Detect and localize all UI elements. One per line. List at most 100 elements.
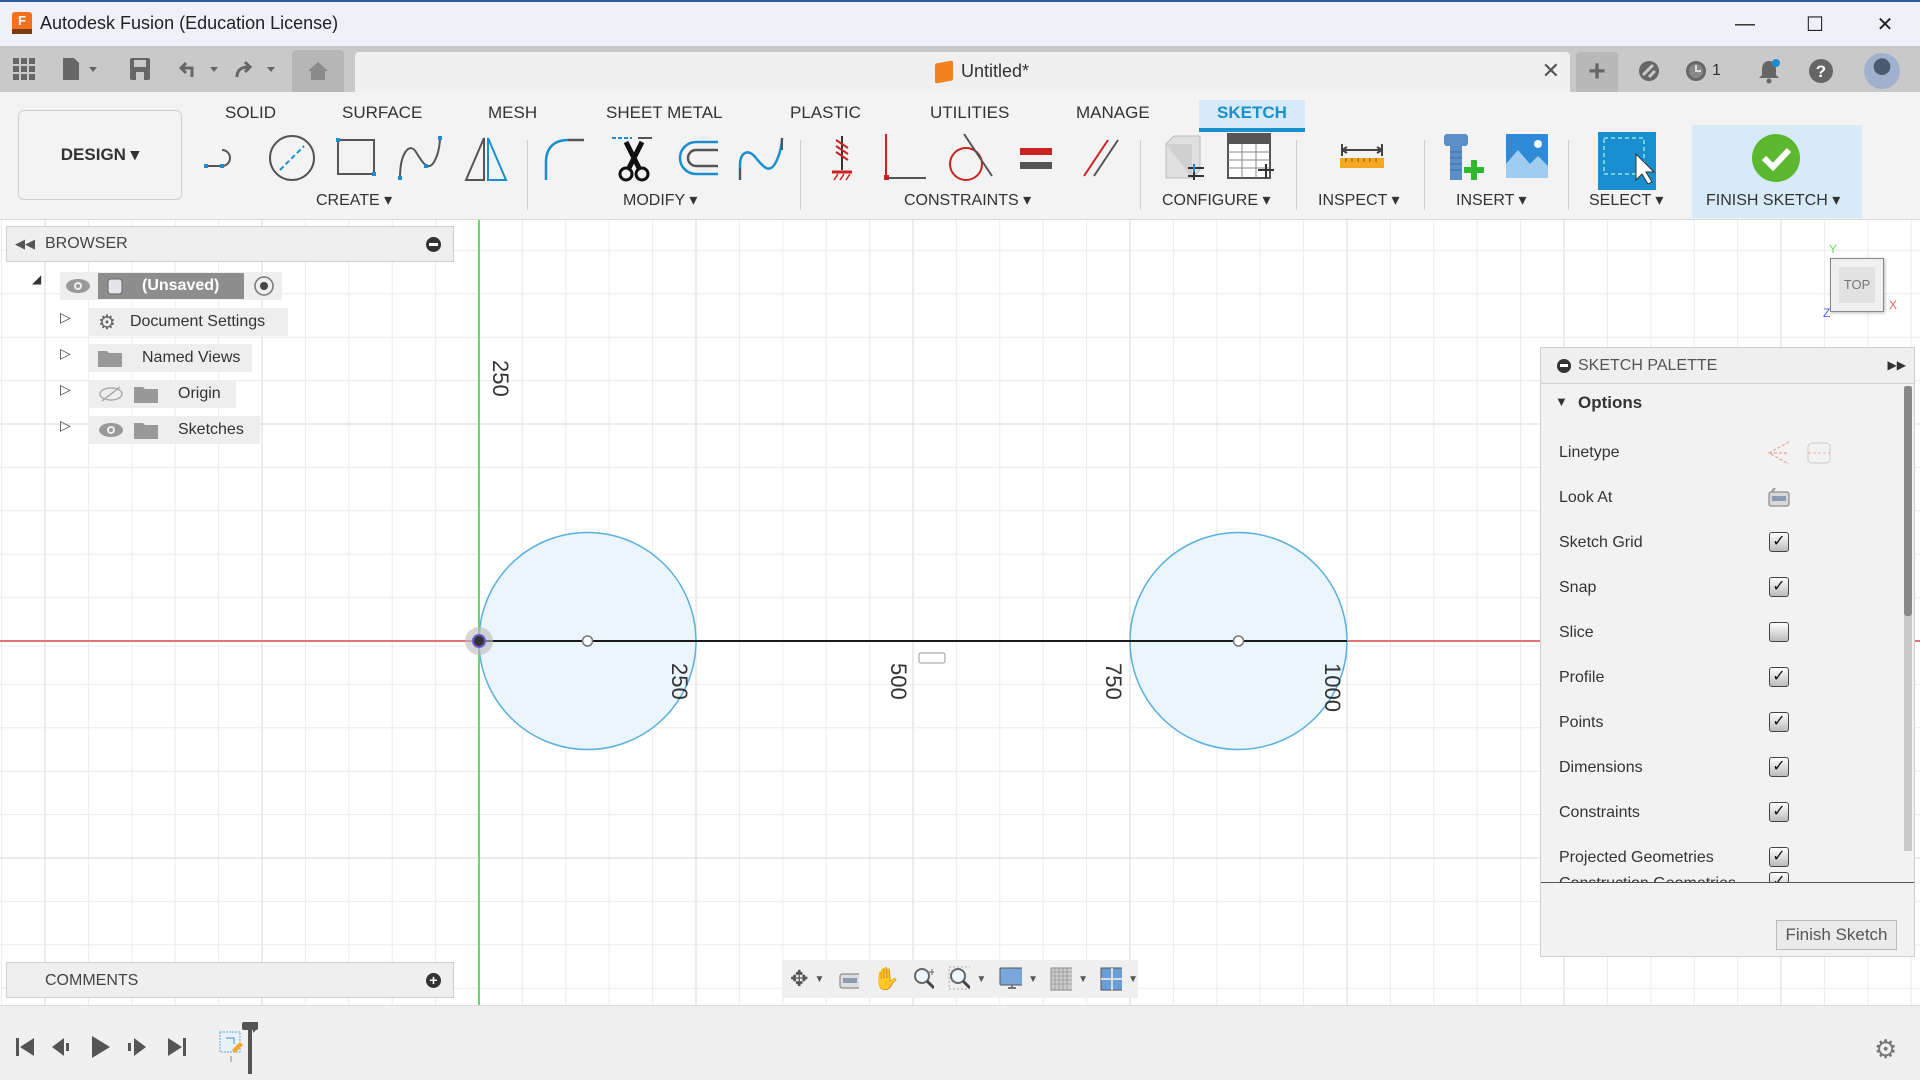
inspect-menu[interactable]: INSPECT ▾ xyxy=(1318,190,1400,210)
select-menu[interactable]: SELECT ▾ xyxy=(1589,190,1663,210)
tab-mesh[interactable]: MESH xyxy=(470,100,555,132)
tab-plastic[interactable]: PLASTIC xyxy=(772,100,879,132)
centerline-linetype-icon[interactable] xyxy=(1806,440,1832,471)
modify-menu[interactable]: MODIFY ▾ xyxy=(623,190,697,210)
file-menu-button[interactable] xyxy=(60,54,102,84)
rectangle-tool[interactable] xyxy=(330,132,382,184)
browser-item-sketches[interactable]: Sketches xyxy=(88,416,260,444)
browser-root-item[interactable]: (Unsaved) xyxy=(60,272,282,300)
tab-sheet-metal[interactable]: SHEET METAL xyxy=(588,100,741,132)
expand-palette-icon[interactable]: ▶▶ xyxy=(1888,358,1906,372)
create-menu[interactable]: CREATE ▾ xyxy=(316,190,392,210)
orbit-dropdown-icon[interactable]: ▼ xyxy=(814,974,824,985)
tab-sketch[interactable]: SKETCH xyxy=(1199,100,1305,132)
document-tab[interactable]: Untitled* ✕ xyxy=(355,52,1570,92)
visibility-eye-icon[interactable] xyxy=(98,421,124,439)
new-tab-button[interactable]: + xyxy=(1576,52,1618,92)
constraints-checkbox[interactable]: ✓ xyxy=(1769,802,1789,822)
tab-utilities[interactable]: UTILITIES xyxy=(912,100,1027,132)
sketch-grid-checkbox[interactable]: ✓ xyxy=(1769,532,1789,552)
browser-item-named-views[interactable]: Named Views xyxy=(88,344,252,372)
collapse-options-icon[interactable]: ▼ xyxy=(1555,394,1568,409)
constraints-menu[interactable]: CONSTRAINTS ▾ xyxy=(904,190,1031,210)
fix-constraint-tool[interactable] xyxy=(818,132,866,184)
next-icon[interactable] xyxy=(126,1036,148,1058)
first-icon[interactable] xyxy=(14,1036,36,1058)
configurations-table-tool[interactable] xyxy=(1224,132,1276,184)
orbit-icon[interactable]: ✥ xyxy=(790,966,808,992)
expand-icon[interactable]: ▷ xyxy=(60,309,71,326)
activate-radio-icon[interactable] xyxy=(252,274,276,298)
hidden-eye-icon[interactable] xyxy=(98,385,124,403)
profile-checkbox[interactable]: ✓ xyxy=(1769,667,1789,687)
viewcube[interactable]: TOP xyxy=(1830,258,1884,312)
redo-button[interactable] xyxy=(232,54,278,84)
fillet-tool[interactable] xyxy=(540,132,592,184)
expand-icon[interactable]: ▷ xyxy=(60,345,71,362)
apps-grid-icon[interactable] xyxy=(10,54,38,84)
finish-sketch-button[interactable] xyxy=(1750,132,1802,184)
line-tool[interactable] xyxy=(202,132,254,184)
collapse-browser-icon[interactable]: ◀◀ xyxy=(15,236,35,252)
grid-settings-icon[interactable] xyxy=(1050,967,1073,991)
viewcube-face-top[interactable]: TOP xyxy=(1839,267,1875,303)
construction-geometries-checkbox[interactable]: ✓ xyxy=(1769,872,1789,882)
timeline-marker[interactable] xyxy=(240,1020,260,1076)
tab-surface[interactable]: SURFACE xyxy=(324,100,440,132)
minimize-panel-icon[interactable] xyxy=(426,237,441,252)
parallel-constraint-tool[interactable] xyxy=(1074,132,1126,184)
help-icon[interactable]: ? xyxy=(1804,56,1838,86)
change-parameters-tool[interactable] xyxy=(1158,132,1210,184)
viewports-icon[interactable] xyxy=(1100,967,1123,991)
palette-scrollbar[interactable] xyxy=(1904,386,1912,851)
select-tool[interactable] xyxy=(1598,132,1656,190)
notifications-icon[interactable] xyxy=(1752,56,1786,86)
close-window-button[interactable]: ✕ xyxy=(1850,2,1920,46)
add-comment-icon[interactable]: + xyxy=(426,973,441,988)
insert-menu[interactable]: INSERT ▾ xyxy=(1456,190,1527,210)
tab-solid[interactable]: SOLID xyxy=(207,100,294,132)
circle-tool[interactable] xyxy=(266,132,318,184)
undo-button[interactable] xyxy=(178,54,222,84)
pan-icon[interactable]: ✋ xyxy=(873,966,900,992)
look-at-icon[interactable] xyxy=(1767,486,1791,513)
extensions-icon[interactable] xyxy=(1632,56,1666,86)
previous-icon[interactable] xyxy=(50,1036,72,1058)
browser-item-document-settings[interactable]: ⚙ Document Settings xyxy=(88,308,288,336)
user-avatar[interactable] xyxy=(1864,53,1900,89)
measure-tool[interactable] xyxy=(1334,132,1390,184)
offset-tool[interactable] xyxy=(672,132,724,184)
trim-tool[interactable] xyxy=(608,132,660,184)
snap-checkbox[interactable]: ✓ xyxy=(1769,577,1789,597)
coincident-constraint-tool[interactable] xyxy=(880,132,932,184)
minimize-button[interactable]: — xyxy=(1710,2,1780,46)
curve-tool[interactable] xyxy=(736,132,788,184)
expand-icon[interactable]: ▷ xyxy=(60,417,71,434)
construction-linetype-icon[interactable] xyxy=(1765,440,1791,471)
projected-geometries-checkbox[interactable]: ✓ xyxy=(1769,847,1789,867)
zoom-dropdown-icon[interactable]: ▼ xyxy=(976,974,986,985)
last-icon[interactable] xyxy=(166,1036,188,1058)
expand-root-icon[interactable]: ◢ xyxy=(32,272,41,286)
dimensions-checkbox[interactable]: ✓ xyxy=(1769,757,1789,777)
maximize-button[interactable]: ☐ xyxy=(1780,2,1850,46)
save-icon[interactable] xyxy=(126,54,154,84)
play-icon[interactable] xyxy=(90,1034,112,1060)
look-at-icon[interactable] xyxy=(838,968,859,990)
timeline-settings-gear-icon[interactable]: ⚙ xyxy=(1874,1034,1897,1065)
slice-checkbox[interactable] xyxy=(1769,622,1789,642)
finish-sketch-palette-button[interactable]: Finish Sketch xyxy=(1776,920,1897,950)
insert-mcmaster-carr-tool[interactable] xyxy=(1440,132,1492,184)
tangent-constraint-tool[interactable] xyxy=(942,132,994,184)
display-dropdown-icon[interactable]: ▼ xyxy=(1028,974,1038,985)
expand-icon[interactable]: ▷ xyxy=(60,381,71,398)
grid-dropdown-icon[interactable]: ▼ xyxy=(1078,974,1088,985)
viewports-dropdown-icon[interactable]: ▼ xyxy=(1128,974,1138,985)
points-checkbox[interactable]: ✓ xyxy=(1769,712,1789,732)
mirror-tool[interactable] xyxy=(460,132,512,184)
equal-constraint-tool[interactable] xyxy=(1010,132,1062,184)
workspace-switcher[interactable]: DESIGN ▾ xyxy=(18,110,182,200)
close-tab-button[interactable]: ✕ xyxy=(1542,58,1560,84)
insert-canvas-tool[interactable] xyxy=(1502,132,1554,184)
zoom-icon[interactable] xyxy=(912,966,935,992)
